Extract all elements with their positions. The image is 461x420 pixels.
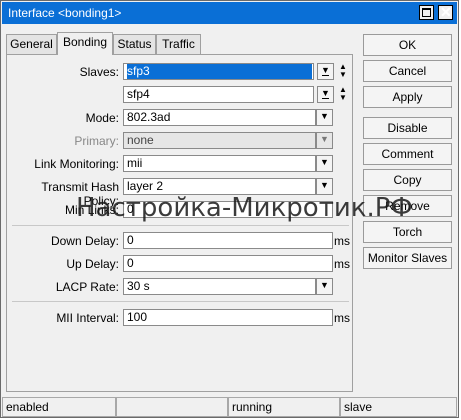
lacp-rate-select[interactable]: 30 s bbox=[123, 278, 316, 295]
slaves-1-updown-icon[interactable]: ▲ ▼ bbox=[336, 63, 350, 80]
slaves-value-1: sfp3 bbox=[127, 64, 312, 79]
slaves-2-updown-icon[interactable]: ▲ ▼ bbox=[336, 86, 350, 103]
close-button[interactable]: ✕ bbox=[438, 4, 453, 20]
lacp-rate-label: LACP Rate: bbox=[55, 280, 119, 294]
up-delay-label: Up Delay: bbox=[66, 257, 119, 271]
down-delay-unit: ms bbox=[334, 234, 350, 248]
chevron-down-icon: ▼ bbox=[321, 88, 330, 98]
mode-dropdown-button[interactable]: ▼ bbox=[316, 109, 333, 126]
separator bbox=[12, 301, 349, 302]
close-icon: ✕ bbox=[440, 4, 452, 20]
chevron-down-icon: ▼ bbox=[320, 134, 329, 144]
chevron-down-icon: ▼ bbox=[320, 111, 329, 121]
slaves-field-2[interactable]: sfp4 bbox=[123, 86, 314, 103]
bonding-panel: Slaves: sfp3 ▼ ▲ ▼ sfp4 ▼ ▲ ▼ Mode: 802.3a… bbox=[6, 54, 353, 392]
primary-dropdown-button: ▼ bbox=[316, 132, 333, 149]
chevron-down-icon: ▼ bbox=[321, 65, 330, 75]
remove-button[interactable]: Remove bbox=[363, 195, 452, 217]
copy-button[interactable]: Copy bbox=[363, 169, 452, 191]
interface-window: Interface <bonding1> ✕ General Bonding S… bbox=[0, 0, 459, 418]
comment-button[interactable]: Comment bbox=[363, 143, 452, 165]
up-delay-unit: ms bbox=[334, 257, 350, 271]
cancel-button[interactable]: Cancel bbox=[363, 60, 452, 82]
tab-traffic[interactable]: Traffic bbox=[156, 34, 201, 54]
status-empty bbox=[116, 397, 228, 417]
tab-general[interactable]: General bbox=[6, 34, 57, 54]
min-links-input[interactable]: 0 bbox=[123, 201, 333, 218]
hash-policy-dropdown-button[interactable]: ▼ bbox=[316, 178, 333, 195]
status-enabled: enabled bbox=[2, 397, 116, 417]
title-bar[interactable]: Interface <bonding1> ✕ bbox=[2, 2, 457, 24]
torch-button[interactable]: Torch bbox=[363, 221, 452, 243]
status-slave: slave bbox=[340, 397, 457, 417]
maximize-icon bbox=[422, 8, 431, 17]
up-delay-input[interactable]: 0 bbox=[123, 255, 333, 272]
slaves-2-dropdown-button[interactable]: ▼ bbox=[317, 86, 334, 103]
status-running: running bbox=[228, 397, 340, 417]
primary-select: none bbox=[123, 132, 316, 149]
mii-interval-label: MII Interval: bbox=[56, 311, 119, 325]
slaves-1-dropdown-button[interactable]: ▼ bbox=[317, 63, 334, 80]
hash-policy-select[interactable]: layer 2 bbox=[123, 178, 316, 195]
link-monitoring-dropdown-button[interactable]: ▼ bbox=[316, 155, 333, 172]
monitor-slaves-button[interactable]: Monitor Slaves bbox=[363, 247, 452, 269]
mii-interval-input[interactable]: 100 bbox=[123, 309, 333, 326]
slaves-field-1[interactable]: sfp3 bbox=[123, 63, 314, 80]
link-monitoring-label: Link Monitoring: bbox=[34, 157, 119, 171]
maximize-button[interactable] bbox=[419, 5, 434, 20]
primary-label: Primary: bbox=[74, 134, 119, 148]
status-bar: enabled running slave bbox=[2, 397, 457, 417]
link-monitoring-select[interactable]: mii bbox=[123, 155, 316, 172]
chevron-down-icon: ▼ bbox=[320, 157, 329, 167]
down-delay-label: Down Delay: bbox=[50, 234, 119, 248]
tab-status[interactable]: Status bbox=[113, 34, 156, 54]
slaves-label: Slaves: bbox=[79, 65, 119, 79]
mode-label: Mode: bbox=[85, 111, 119, 125]
disable-button[interactable]: Disable bbox=[363, 117, 452, 139]
ok-button[interactable]: OK bbox=[363, 34, 452, 56]
min-links-label: Min Links: bbox=[64, 203, 119, 217]
mii-interval-unit: ms bbox=[334, 311, 350, 325]
mode-select[interactable]: 802.3ad bbox=[123, 109, 316, 126]
chevron-down-icon: ▼ bbox=[320, 280, 329, 290]
lacp-rate-dropdown-button[interactable]: ▼ bbox=[316, 278, 333, 295]
chevron-down-icon: ▼ bbox=[320, 180, 329, 190]
window-title: Interface <bonding1> bbox=[8, 6, 122, 20]
tab-bonding[interactable]: Bonding bbox=[57, 32, 113, 55]
apply-button[interactable]: Apply bbox=[363, 86, 452, 108]
separator bbox=[12, 225, 349, 226]
down-delay-input[interactable]: 0 bbox=[123, 232, 333, 249]
